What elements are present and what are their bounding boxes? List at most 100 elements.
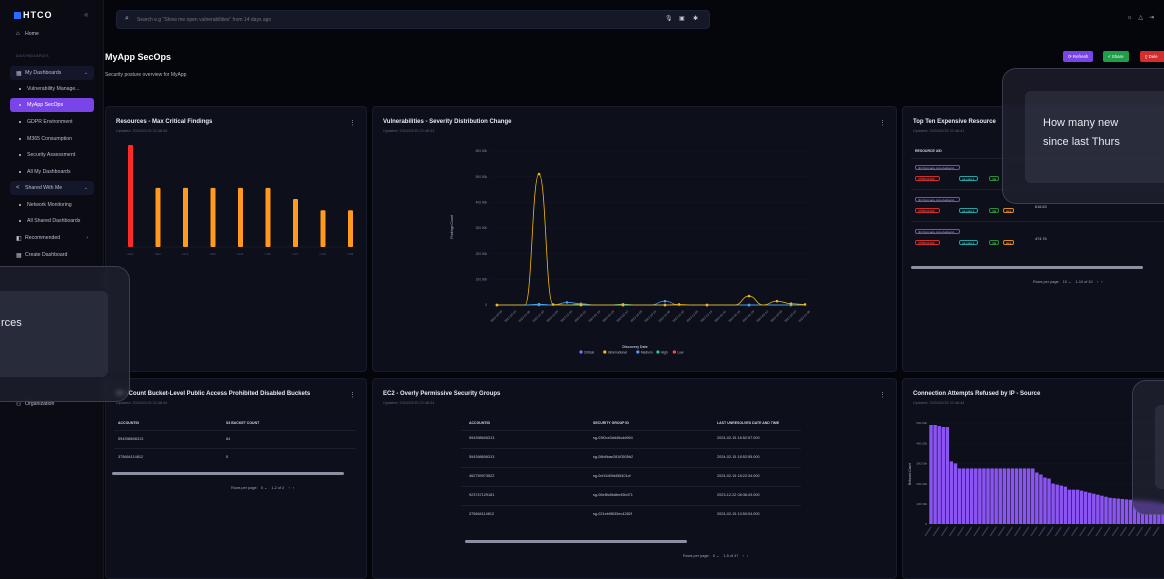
microphone-icon[interactable]: 🎙 (665, 15, 673, 22)
x-tick-label (1022, 526, 1030, 537)
x-tick-label: 2023-10-09 (489, 309, 503, 323)
x-axis-label: Discovery Date (622, 345, 647, 349)
x-tick-label (1062, 526, 1070, 537)
logo-icon (14, 12, 21, 19)
bar (1063, 486, 1068, 524)
bell-icon[interactable]: △ (1138, 15, 1149, 21)
logo[interactable]: HTCO (14, 10, 53, 20)
column-header: SECURITY GROUP ID (593, 421, 629, 425)
refresh-label: Refresh (1072, 54, 1089, 59)
data-point (747, 303, 751, 307)
next-page-icon[interactable]: › (293, 486, 294, 490)
data-point (621, 303, 625, 307)
bar (348, 210, 353, 247)
horizontal-scrollbar[interactable] (112, 472, 344, 475)
data-point (789, 302, 793, 306)
settings-icon[interactable]: ✱ (693, 15, 698, 22)
more-vertical-icon[interactable]: ⋮ (349, 391, 356, 399)
data-point (537, 172, 541, 176)
security-group-cell: sg-021eb9f635ec4282f (593, 512, 632, 516)
sidebar-item-my-dashboards[interactable]: ▦ My Dashboards ⌄ (10, 66, 94, 80)
y-tick-label: 600.00k (476, 149, 488, 153)
bar (1022, 468, 1027, 524)
rows-per-page-select[interactable]: 5 (261, 486, 263, 490)
horizontal-scrollbar[interactable] (911, 266, 1143, 269)
sidebar-item-recommended[interactable]: ◧ Recommended › (10, 231, 94, 245)
bar (128, 145, 133, 247)
bullet-icon (19, 104, 21, 106)
bar (1006, 468, 1011, 524)
bar (949, 461, 954, 524)
y-tick-label: 500.00k (476, 175, 488, 179)
sidebar-item-network-monitoring[interactable]: Network Monitoring (10, 198, 94, 212)
rows-per-page-label: Rows per page: (683, 554, 710, 558)
search-bar[interactable]: ⌕ 🎙 ▣ ✱ (116, 10, 710, 29)
bar (265, 187, 271, 247)
x-tick-label: 2023-10-23 (643, 309, 657, 323)
sidebar-item-create-dashboard[interactable]: ▦ Create Dashboard (10, 248, 94, 262)
sidebar-item-security-assessment[interactable]: Security Assessment (10, 148, 94, 162)
tick-label: i-107 (292, 252, 299, 256)
resource-name-tag: db-htcot-app-core-backend... (915, 197, 960, 202)
critical-findings-chart: i-0a1 i-0b2 i-0c3 i-0d4 i-0e5 i-0f6 i-107 i-118… (124, 145, 356, 256)
y-tick-label: 100.00k (476, 278, 488, 282)
cost-cell: 474.76 (1035, 237, 1047, 241)
x-tick-label (1136, 526, 1144, 537)
refresh-button[interactable]: ⟳ Refresh (1063, 51, 1094, 62)
x-tick-label: 2024-02-12 (755, 309, 769, 323)
sidebar-item-all-shared[interactable]: All Shared Dashboards (10, 214, 94, 228)
bucket-count-cell: 84 (226, 437, 231, 441)
x-tick-label: 2024-01-01 (573, 309, 587, 323)
y-tick-label: 400.00k (916, 441, 927, 445)
next-page-icon[interactable]: › (747, 554, 748, 558)
sidebar-item-gdpr[interactable]: GDPR Environment (10, 115, 94, 129)
security-group-cell: sg-06ef8c8bdbe45b471 (593, 493, 633, 497)
bar (1051, 483, 1055, 524)
prev-page-icon[interactable]: ‹ (1097, 280, 1098, 284)
next-page-icon[interactable]: › (1101, 280, 1102, 284)
sidebar-item-shared-with-me[interactable]: < Shared With Me ⌄ (10, 181, 94, 195)
y-tick-label: 200.00k (476, 252, 488, 256)
chevrons-left-icon[interactable]: « (84, 10, 88, 19)
account-id-cell: 594398606313 (469, 455, 495, 459)
logout-icon[interactable]: ⇥ (1149, 15, 1160, 21)
data-point (705, 303, 709, 307)
account-id-cell: 594398606313 (469, 436, 495, 440)
panel-title: S3 - Count Bucket-Level Public Access Pr… (116, 391, 311, 397)
delete-label: Dele (1148, 54, 1158, 59)
delete-button[interactable]: ▯ Dele (1140, 51, 1164, 62)
nav-label: Create Dashboard (25, 252, 68, 258)
sidebar-item-m365[interactable]: M365 Consumption (10, 132, 94, 146)
prev-page-icon[interactable]: ‹ (288, 486, 289, 490)
share-button[interactable]: < Share (1103, 51, 1129, 62)
more-vertical-icon[interactable]: ⋮ (879, 391, 886, 399)
prev-page-icon[interactable]: ‹ (743, 554, 744, 558)
nav-label: Shared With Me (25, 185, 63, 191)
tick-label: i-0e5 (237, 252, 244, 256)
theme-icon[interactable]: ☼ (1127, 15, 1139, 21)
calendar-icon[interactable]: ▣ (679, 15, 685, 22)
nav-label: All My Dashboards (27, 169, 71, 175)
x-tick-label: 2023-10-09 (629, 309, 643, 323)
search-input[interactable] (137, 14, 617, 26)
bucket-count-cell: 5 (226, 455, 229, 459)
rows-per-page-select[interactable]: 10 (1063, 280, 1067, 284)
horizontal-scrollbar[interactable] (465, 540, 687, 543)
tick-label: i-0b2 (154, 252, 161, 256)
logo-text: HTCO (23, 10, 53, 20)
sidebar-item-home[interactable]: ⌂ Home (10, 27, 94, 41)
bar (957, 468, 962, 524)
legend-label: Medium (641, 350, 653, 354)
x-tick-label: 2024-01-15 (727, 309, 741, 323)
divider (461, 505, 801, 506)
rows-per-page-select[interactable]: 5 (713, 554, 715, 558)
page-range: 1-10 of 10 (1075, 280, 1093, 284)
sidebar-item-vulnerability[interactable]: Vulnerability Manage... (10, 82, 94, 96)
share-label: Share (1111, 54, 1124, 59)
sidebar-item-myapp-secops[interactable]: MyApp SecOps (10, 98, 94, 112)
security-group-cell: sg-03f0ce3dd46cdd964 (593, 436, 633, 440)
tick-label: i-0a1 (127, 252, 134, 256)
y-tick-label: 500.00k (916, 421, 927, 425)
bar (320, 210, 326, 247)
sidebar-item-all-my-dashboards[interactable]: All My Dashboards (10, 165, 94, 179)
